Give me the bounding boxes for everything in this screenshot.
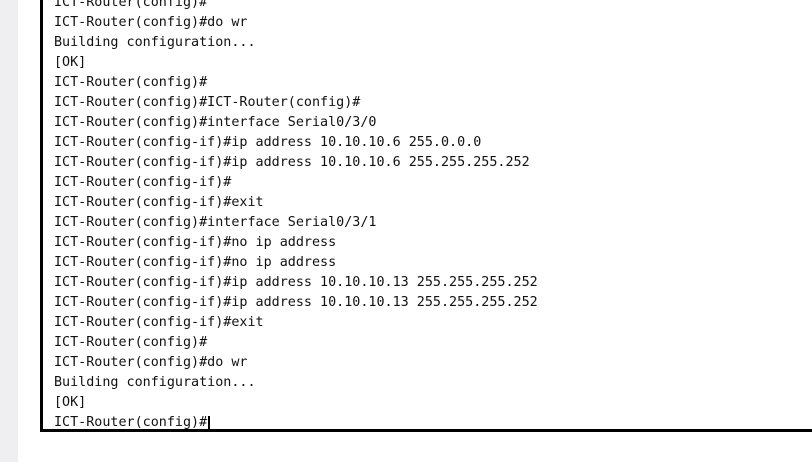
text-cursor xyxy=(208,415,211,429)
console-line: ICT-Router(config)# xyxy=(54,0,208,10)
console-line: ICT-Router(config-if)# xyxy=(54,175,232,190)
console-line: ICT-Router(config-if)#exit xyxy=(54,195,264,210)
console-line: ICT-Router(config-if)#exit xyxy=(54,315,264,330)
console-line: ICT-Router(config-if)#ip address 10.10.1… xyxy=(54,135,482,150)
console-line: [OK] xyxy=(54,395,87,410)
console-line: ICT-Router(config)#interface Serial0/3/1 xyxy=(54,215,377,230)
console-line: ICT-Router(config)# xyxy=(54,335,208,350)
console-line: Building configuration... xyxy=(54,375,256,390)
console-line: ICT-Router(config)#ICT-Router(config)# xyxy=(54,95,361,110)
command-input-line[interactable]: ICT-Router(config)# xyxy=(54,413,538,430)
console-line: ICT-Router(config-if)#ip address 10.10.1… xyxy=(54,275,538,290)
console-output: ICT-Router(config)# ICT-Router(config)#d… xyxy=(54,0,538,430)
console-line: Building configuration... xyxy=(54,35,256,50)
console-line: ICT-Router(config-if)#ip address 10.10.1… xyxy=(54,155,530,170)
cli-console[interactable]: ICT-Router(config)# ICT-Router(config)#d… xyxy=(40,0,812,432)
console-line: ICT-Router(config)# xyxy=(54,75,208,90)
console-line: ICT-Router(config-if)#no ip address xyxy=(54,255,337,270)
console-line: ICT-Router(config)#do wr xyxy=(54,355,248,370)
console-line: [OK] xyxy=(54,55,87,70)
console-line: ICT-Router(config-if)#no ip address xyxy=(54,235,337,250)
command-prompt: ICT-Router(config)# xyxy=(54,415,208,430)
left-panel-strip xyxy=(0,0,18,462)
console-line: ICT-Router(config)#do wr xyxy=(54,15,248,30)
console-line: ICT-Router(config)#interface Serial0/3/0 xyxy=(54,115,377,130)
console-line: ICT-Router(config-if)#ip address 10.10.1… xyxy=(54,295,538,310)
